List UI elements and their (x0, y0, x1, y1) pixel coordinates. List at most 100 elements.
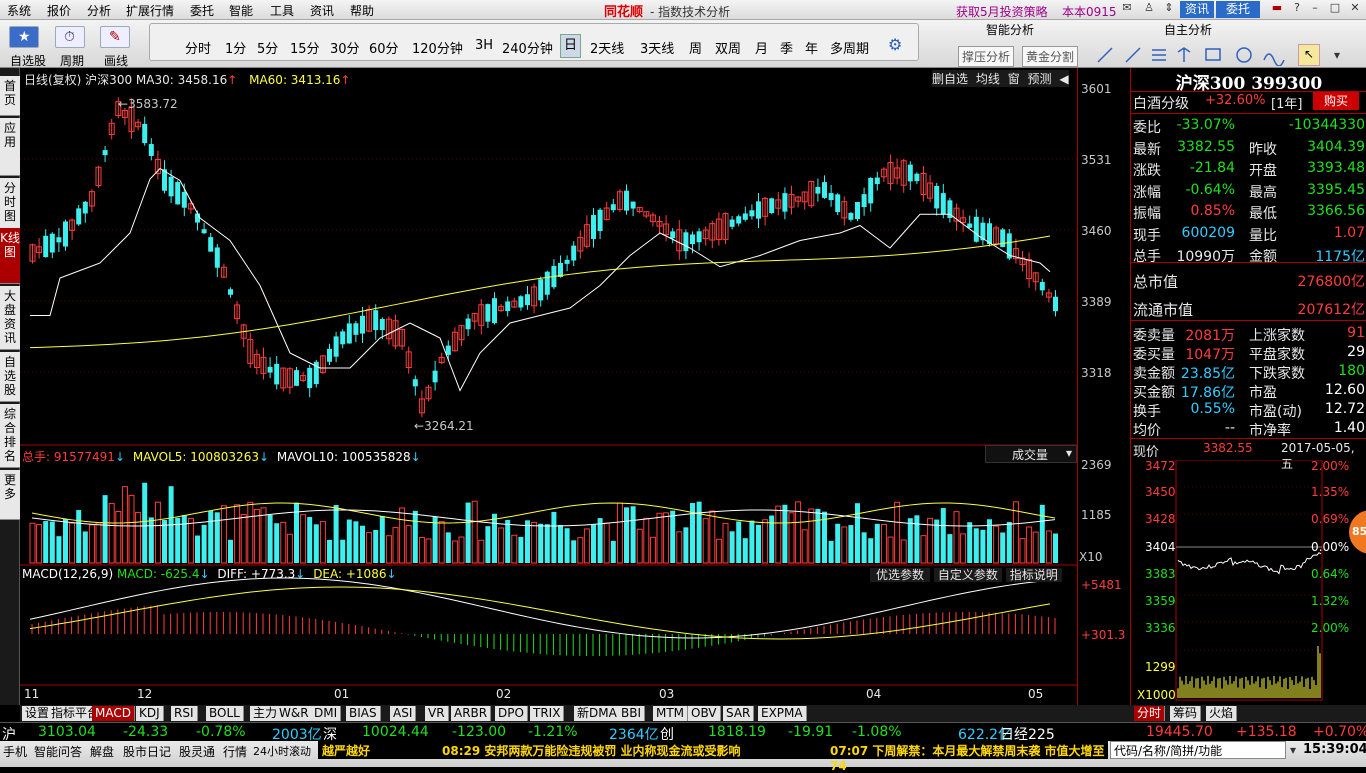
pressure-analysis-button[interactable]: 撑压分析 (958, 46, 1015, 67)
golden-section-button[interactable]: 黄金分割 (1022, 46, 1079, 67)
indicator-tab-11[interactable]: VR (425, 706, 449, 721)
period-60min[interactable]: 60分 (369, 38, 399, 57)
period-label[interactable]: 周期 (60, 52, 84, 69)
indicator-tab-10[interactable]: ASI (390, 706, 417, 721)
watchlist-label[interactable]: 自选股 (10, 52, 46, 69)
tab-more[interactable]: 更多 (0, 470, 20, 520)
menu-extended[interactable]: 扩展行情 (126, 2, 174, 19)
tab-home[interactable]: 首页 (0, 76, 20, 116)
menu-news[interactable]: 资讯 (310, 2, 334, 19)
pointer-tool-icon[interactable]: ↖ (1298, 44, 1320, 66)
draw-pen-icon[interactable]: ✎ (100, 26, 130, 48)
minimize-window-icon[interactable]: ▬ (1268, 1, 1286, 17)
period-day[interactable]: 日 (560, 34, 582, 58)
indicator-tab-19[interactable]: SAR (723, 706, 755, 721)
period-3day[interactable]: 3天线 (640, 38, 674, 57)
menu-tools[interactable]: 工具 (270, 2, 294, 19)
indicator-tab-18[interactable]: OBV (688, 706, 721, 721)
maximize-icon[interactable]: □ (1326, 1, 1344, 17)
status-qa[interactable]: 智能问答 (34, 743, 82, 760)
indicator-tab-5[interactable]: BOLL (206, 706, 244, 721)
period-2day[interactable]: 2天线 (590, 38, 624, 57)
status-gulingtong[interactable]: 股灵通 (179, 743, 215, 760)
tab-chips[interactable]: 筹码 (1170, 706, 1202, 721)
indicator-tab-9[interactable]: BIAS (346, 706, 381, 721)
news-ticker[interactable]: 越严越好 08:29 安邦两款万能险违规被罚 业内称现金流或受影响 07:07 … (318, 741, 1108, 773)
indicator-tab-15[interactable]: 新DMA (574, 706, 621, 721)
ticker-item-1[interactable]: 越严越好 (322, 742, 370, 759)
draw-label[interactable]: 画线 (104, 52, 128, 69)
period-clock-icon[interactable]: ⏱ (55, 26, 85, 48)
menu-trade[interactable]: 委托 (190, 2, 214, 19)
period-15min[interactable]: 15分 (290, 38, 320, 57)
tab-market-news[interactable]: 大盘资讯 (0, 286, 20, 350)
status-diary[interactable]: 股市日记 (123, 743, 171, 760)
status-quote[interactable]: 行情 (223, 743, 247, 760)
smart-analysis-title[interactable]: 智能分析 (986, 21, 1034, 38)
period-quarter[interactable]: 季 (780, 38, 793, 57)
period-3h[interactable]: 3H (475, 38, 493, 53)
tab-watchlist[interactable]: 自选股 (0, 352, 20, 402)
status-analysis[interactable]: 解盘 (90, 743, 114, 760)
period-120min[interactable]: 120分钟 (412, 38, 463, 57)
tab-flame[interactable]: 火焰 (1206, 706, 1238, 721)
indicator-tab-17[interactable]: MTM (653, 706, 689, 721)
indicator-tab-8[interactable]: DMI (311, 706, 342, 721)
ticker-item-2[interactable]: 08:29 安邦两款万能险违规被罚 业内称现金流或受影响 (442, 742, 741, 759)
menu-help[interactable]: 帮助 (350, 2, 374, 19)
period-5min[interactable]: 5分 (257, 38, 278, 57)
period-timeshare[interactable]: 分时 (185, 38, 211, 57)
trade-button[interactable]: 委托 (1216, 1, 1260, 18)
period-240min[interactable]: 240分钟 (502, 38, 553, 57)
expand-icon[interactable]: ⇕ (1160, 1, 1178, 17)
status-24h[interactable]: 24小时滚动 (253, 743, 311, 759)
ticker-item-3[interactable]: 07:07 下周解禁：本月最大解禁周末袭 市值大增至74 (830, 742, 1108, 773)
indicator-help-button[interactable]: 指标说明 (1005, 568, 1062, 582)
shirt-icon[interactable]: ♙ (1140, 1, 1158, 17)
mini-chart[interactable]: 3472 3450 3428 3404 3383 3359 3336 1299 … (1131, 459, 1366, 705)
indicator-tab-16[interactable]: BBI (618, 706, 646, 721)
ray-tool-icon[interactable] (1125, 47, 1141, 63)
buy-button[interactable]: 购买 (1313, 92, 1359, 110)
self-analysis-title[interactable]: 自主分析 (1164, 21, 1212, 38)
period-year[interactable]: 年 (805, 38, 818, 57)
version-link[interactable]: 本本0915 (1062, 3, 1117, 20)
circle-tool-icon[interactable] (1236, 47, 1252, 63)
menu-quote[interactable]: 报价 (47, 2, 71, 19)
period-1min[interactable]: 1分 (225, 38, 246, 57)
volume-dropdown[interactable]: 成交量 ▾ (985, 445, 1077, 463)
period-multi[interactable]: 多周期 (830, 38, 869, 57)
indicator-tab-3[interactable]: KDJ (136, 706, 164, 721)
sector-name[interactable]: 白酒分级 (1133, 93, 1189, 113)
period-week[interactable]: 周 (689, 38, 702, 57)
arrow-tool-icon[interactable] (1177, 47, 1191, 62)
help-icon[interactable]: ? (1288, 1, 1306, 17)
rect-tool-icon[interactable] (1205, 48, 1221, 61)
indicator-tab-12[interactable]: ARBR (451, 706, 492, 721)
period-biweek[interactable]: 双周 (715, 38, 741, 57)
wave-tool-icon[interactable] (1263, 53, 1285, 66)
search-input[interactable]: 代码/名称/简拼/功能 (1110, 741, 1286, 759)
watchlist-star-icon[interactable]: ★ (9, 26, 39, 48)
indicator-tab-2[interactable]: MACD (92, 706, 135, 721)
period-30min[interactable]: 30分 (330, 38, 360, 57)
settings-gear-icon[interactable]: ⚙ (888, 35, 902, 54)
indicator-tab-14[interactable]: TRIX (530, 706, 565, 721)
indicator-tab-7[interactable]: W&R (276, 706, 313, 721)
indicator-tab-20[interactable]: EXPMA (758, 706, 807, 721)
optimal-params-button[interactable]: 优选参数 (870, 568, 931, 582)
news-button[interactable]: 资讯 (1180, 1, 1214, 18)
menu-system[interactable]: 系统 (7, 2, 31, 19)
tab-apps[interactable]: 应用 (0, 118, 20, 176)
search-dropdown-icon[interactable]: ▾ (1290, 743, 1296, 757)
tab-kline[interactable]: K线图 (0, 228, 20, 284)
promo-link[interactable]: 获取5月投资策略 (956, 3, 1048, 20)
period-month[interactable]: 月 (755, 38, 768, 57)
tab-ranking[interactable]: 综合排名 (0, 404, 20, 468)
minimize-icon[interactable]: – (1306, 1, 1324, 17)
custom-params-button[interactable]: 自定义参数 (933, 568, 1002, 582)
status-mobile[interactable]: 手机 (3, 743, 27, 760)
close-icon[interactable]: ✕ (1346, 1, 1364, 17)
menu-analysis[interactable]: 分析 (87, 2, 111, 19)
chart-area[interactable]: 日线(复权) 沪深300 MA30: 3458.16↑ MA60: 3413.1… (20, 68, 1077, 705)
